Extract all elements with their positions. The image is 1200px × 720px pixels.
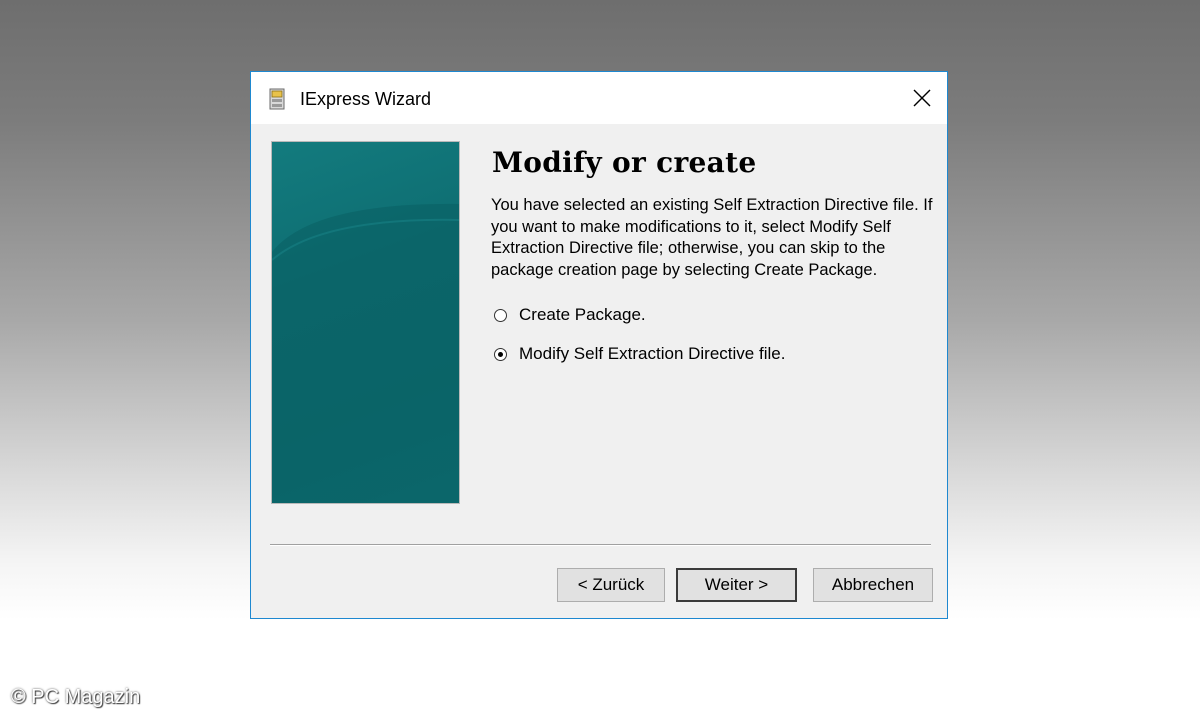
cancel-button[interactable]: Abbrechen bbox=[813, 568, 933, 602]
window-title: IExpress Wizard bbox=[300, 89, 432, 109]
back-button[interactable]: < Zurück bbox=[557, 568, 665, 602]
close-icon bbox=[913, 89, 931, 107]
option-label: Modify Self Extraction Directive file. bbox=[519, 344, 786, 363]
title-bar: IExpress Wizard bbox=[251, 72, 947, 124]
app-icon bbox=[269, 88, 285, 110]
radio-create-package[interactable] bbox=[494, 308, 507, 322]
copyright-watermark: © PC Magazin bbox=[11, 686, 141, 708]
next-button[interactable]: Weiter > bbox=[676, 568, 797, 602]
wizard-banner-image bbox=[271, 141, 460, 504]
option-modify-sed[interactable]: Modify Self Extraction Directive file. bbox=[494, 344, 785, 364]
divider bbox=[270, 544, 931, 546]
option-create-package[interactable]: Create Package. bbox=[494, 305, 646, 325]
close-button[interactable] bbox=[897, 72, 947, 124]
option-label: Create Package. bbox=[519, 305, 646, 324]
wizard-window: IExpress Wizard Modify or create You hav… bbox=[250, 71, 948, 619]
page-title: Modify or create bbox=[492, 146, 757, 179]
radio-modify-sed[interactable] bbox=[494, 347, 507, 361]
page-description: You have selected an existing Self Extra… bbox=[491, 196, 933, 279]
banner-arc bbox=[272, 203, 459, 503]
